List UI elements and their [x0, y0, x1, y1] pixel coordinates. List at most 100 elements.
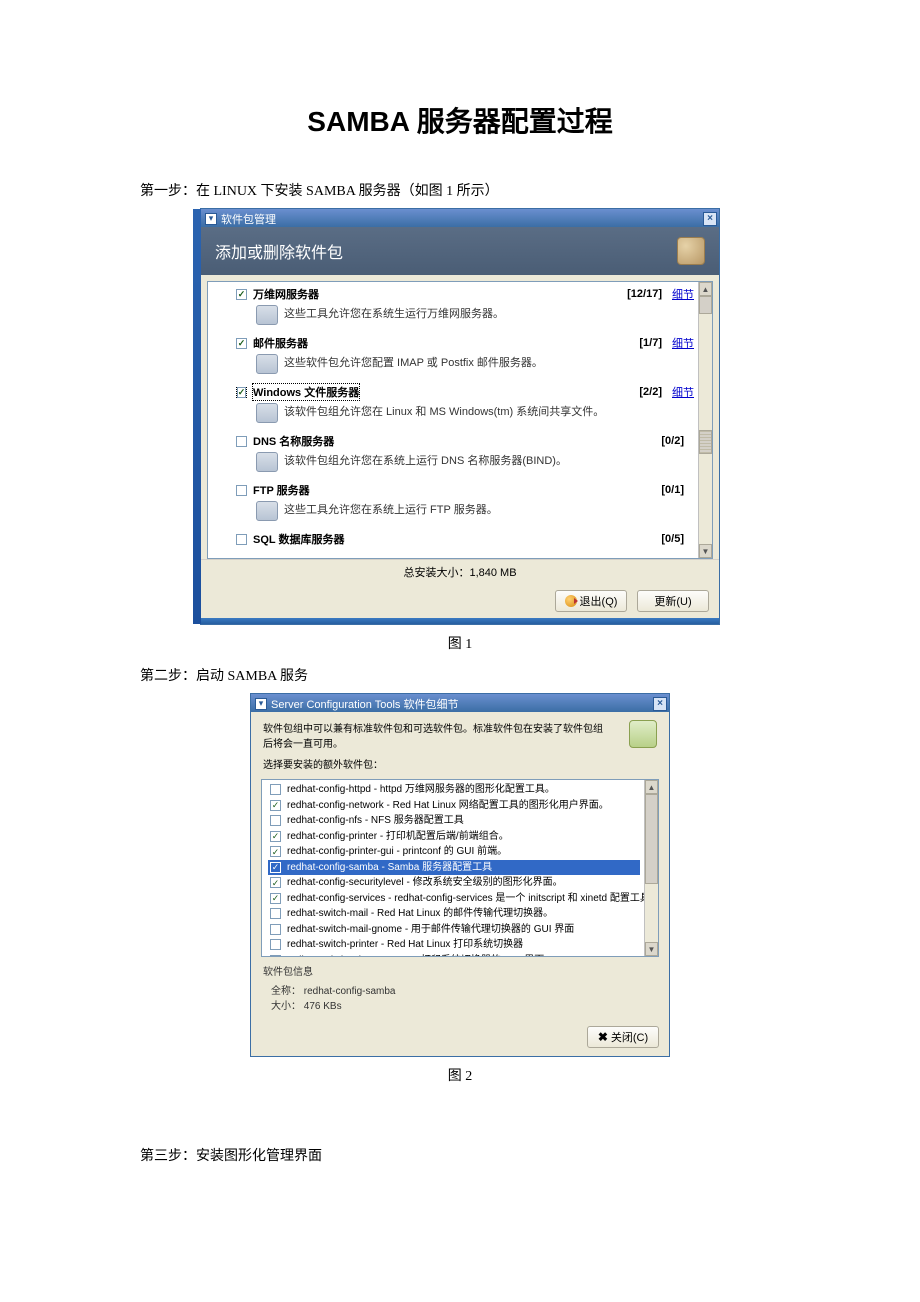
checkbox[interactable] — [236, 534, 247, 545]
scrollbar-vertical[interactable]: ▲ ▼ — [644, 780, 658, 956]
extra-package-label: redhat-config-printer - 打印机配置后端/前端组合。 — [287, 830, 509, 844]
checkbox[interactable] — [270, 924, 281, 935]
package-group-icon — [256, 354, 278, 374]
package-group-name: 邮件服务器 — [253, 335, 308, 351]
checkbox[interactable]: ✓ — [270, 831, 281, 842]
package-box-icon — [629, 720, 657, 748]
quit-button[interactable]: 退出(Q) — [555, 590, 627, 612]
checkbox[interactable]: ✓ — [270, 877, 281, 888]
checkbox[interactable]: ✓ — [236, 289, 247, 300]
install-size-label: 总安装大小：1,840 MB — [201, 559, 719, 584]
package-group-header[interactable]: DNS 名称服务器[0/2] — [236, 433, 694, 449]
package-group-item[interactable]: ✓万维网服务器[12/17]细节这些工具允许您在系统生运行万维网服务器。 — [236, 286, 694, 325]
package-group-description: 该软件包组允许您在系统上运行 DNS 名称服务器(BIND)。 — [236, 452, 694, 472]
package-group-description: 这些软件包允许您配置 IMAP 或 Postfix 邮件服务器。 — [236, 354, 694, 374]
exit-icon — [565, 595, 577, 607]
package-group-header[interactable]: ✓ 邮件服务器 [1/7] 细节 — [236, 335, 694, 351]
package-count: [0/1] — [661, 484, 684, 496]
package-detail-window: ▾ Server Configuration Tools 软件包细节 × 软件包… — [250, 693, 670, 1057]
extra-package-row[interactable]: redhat-switch-printer-gnome - 打印系统切换器的 G… — [268, 953, 640, 958]
checkbox[interactable]: ✓ — [236, 387, 247, 398]
checkbox[interactable] — [270, 955, 281, 957]
scroll-track[interactable] — [645, 794, 658, 942]
extra-package-row[interactable]: ✓ redhat-config-securitylevel - 修改系统安全级别的… — [268, 875, 640, 891]
package-group-name: SQL 数据库服务器 — [253, 531, 344, 547]
checkbox[interactable] — [236, 436, 247, 447]
close-button[interactable]: ✖ 关闭(C) — [587, 1026, 659, 1048]
checkbox[interactable] — [270, 815, 281, 826]
extra-package-label: redhat-config-nfs - NFS 服务器配置工具 — [287, 814, 464, 828]
package-group-header[interactable]: FTP 服务器[0/1] — [236, 482, 694, 498]
info-size-label: 大小： — [271, 1001, 301, 1012]
package-count: [1/7] — [639, 337, 662, 349]
scroll-down-icon[interactable]: ▼ — [699, 544, 712, 558]
info-name-value: redhat-config-samba — [304, 986, 396, 997]
detail-link[interactable]: 细节 — [672, 384, 694, 400]
extra-package-row[interactable]: redhat-switch-mail-gnome - 用于邮件传输代理切换器的 … — [268, 922, 640, 938]
extra-package-label: redhat-switch-mail - Red Hat Linux 的邮件传输… — [287, 907, 553, 921]
close-icon[interactable]: × — [653, 697, 667, 711]
package-group-item[interactable]: DNS 名称服务器[0/2] 该软件包组允许您在系统上运行 DNS 名称服务器(B… — [236, 433, 694, 472]
checkbox[interactable] — [236, 485, 247, 496]
extra-package-row[interactable]: redhat-switch-mail - Red Hat Linux 的邮件传输… — [268, 906, 640, 922]
detail-link[interactable]: 细节 — [672, 286, 694, 302]
desc-line-1: 软件包组中可以兼有标准软件包和可选软件包。标准软件包在安装了软件包组后将会一直可… — [263, 720, 609, 750]
checkbox[interactable] — [270, 908, 281, 919]
info-size-value: 476 KBs — [304, 1001, 342, 1012]
close-icon[interactable]: × — [703, 212, 717, 226]
window-menu-icon[interactable]: ▾ — [255, 698, 267, 710]
extra-package-row[interactable]: redhat-config-nfs - NFS 服务器配置工具 — [268, 813, 640, 829]
checkbox[interactable]: ✓ — [270, 800, 281, 811]
scroll-up-icon[interactable]: ▲ — [699, 282, 712, 296]
scroll-thumb[interactable] — [699, 296, 712, 314]
package-group-desc-text: 该软件包组允许您在 Linux 和 MS Windows(tm) 系统间共享文件… — [284, 403, 604, 419]
package-group-item[interactable]: ✓ 邮件服务器 [1/7] 细节这些软件包允许您配置 IMAP 或 Postfix 邮… — [236, 335, 694, 374]
extra-package-row[interactable]: redhat-switch-printer - Red Hat Linux 打印… — [268, 937, 640, 953]
checkbox[interactable]: ✓ — [270, 846, 281, 857]
extra-package-row[interactable]: ✓ redhat-config-printer-gui - printconf 的… — [268, 844, 640, 860]
scrollbar-vertical[interactable]: ▲ ▼ — [698, 282, 712, 558]
update-button[interactable]: 更新(U) — [637, 590, 709, 612]
desktop-edge — [193, 209, 201, 624]
package-group-item[interactable]: FTP 服务器[0/1] 这些工具允许您在系统上运行 FTP 服务器。 — [236, 482, 694, 521]
package-management-window: ▾ 软件包管理 × 添加或删除软件包 ✓万维网服务器[12/17]细节这些工具允… — [200, 208, 720, 625]
extra-package-row[interactable]: ✓ redhat-config-printer - 打印机配置后端/前端组合。 — [268, 829, 640, 845]
checkbox[interactable]: ✓ — [236, 338, 247, 349]
package-group-header[interactable]: ✓Windows 文件服务器[2/2]细节 — [236, 384, 694, 400]
scroll-track[interactable] — [699, 296, 712, 544]
checkbox[interactable]: ✓ — [270, 893, 281, 904]
package-group-header[interactable]: SQL 数据库服务器 [0/5] — [236, 531, 694, 547]
scroll-up-icon[interactable]: ▲ — [645, 780, 658, 794]
extra-package-row[interactable]: ✓ redhat-config-network - Red Hat Linux 网… — [268, 798, 640, 814]
extra-package-label: redhat-config-network - Red Hat Linux 网络… — [287, 799, 609, 813]
extra-package-row[interactable]: redhat-config-httpd - httpd 万维网服务器的图形化配置… — [268, 782, 640, 798]
detail-link[interactable]: 细节 — [672, 335, 694, 351]
package-group-list[interactable]: ✓万维网服务器[12/17]细节这些工具允许您在系统生运行万维网服务器。✓邮件服… — [207, 281, 713, 559]
extra-package-list[interactable]: redhat-config-httpd - httpd 万维网服务器的图形化配置… — [261, 779, 659, 957]
package-group-header[interactable]: ✓万维网服务器[12/17]细节 — [236, 286, 694, 302]
scroll-grip-icon[interactable] — [699, 430, 712, 454]
package-group-name: Windows 文件服务器 — [253, 384, 359, 400]
extra-package-label: redhat-config-printer-gui - printconf 的 … — [287, 845, 507, 859]
scroll-down-icon[interactable]: ▼ — [645, 942, 658, 956]
package-box-icon — [677, 237, 705, 265]
checkbox[interactable] — [270, 784, 281, 795]
banner-text: 添加或删除软件包 — [215, 239, 343, 263]
window1-titlebar[interactable]: ▾ 软件包管理 × — [201, 209, 719, 227]
window2-titlebar[interactable]: ▾ Server Configuration Tools 软件包细节 × — [251, 694, 669, 712]
extra-package-label: redhat-switch-mail-gnome - 用于邮件传输代理切换器的 … — [287, 923, 574, 937]
package-count: [0/5] — [661, 533, 684, 545]
figure1-caption: 图 1 — [140, 633, 780, 653]
extra-package-row[interactable]: ✓redhat-config-samba - Samba 服务器配置工具 — [268, 860, 640, 876]
extra-package-label: redhat-config-securitylevel - 修改系统安全级别的图… — [287, 876, 563, 890]
scroll-thumb[interactable] — [645, 794, 658, 884]
package-group-name: 万维网服务器 — [253, 286, 319, 302]
checkbox[interactable] — [270, 939, 281, 950]
window-menu-icon[interactable]: ▾ — [205, 213, 217, 225]
checkbox[interactable]: ✓ — [270, 862, 281, 873]
extra-package-row[interactable]: ✓redhat-config-services - redhat-config-… — [268, 891, 640, 907]
package-group-item[interactable]: SQL 数据库服务器 [0/5] — [236, 531, 694, 547]
package-group-desc-text: 该软件包组允许您在系统上运行 DNS 名称服务器(BIND)。 — [284, 452, 567, 468]
package-group-desc-text: 这些工具允许您在系统上运行 FTP 服务器。 — [284, 501, 498, 517]
package-group-item[interactable]: ✓Windows 文件服务器[2/2]细节该软件包组允许您在 Linux 和 M… — [236, 384, 694, 423]
